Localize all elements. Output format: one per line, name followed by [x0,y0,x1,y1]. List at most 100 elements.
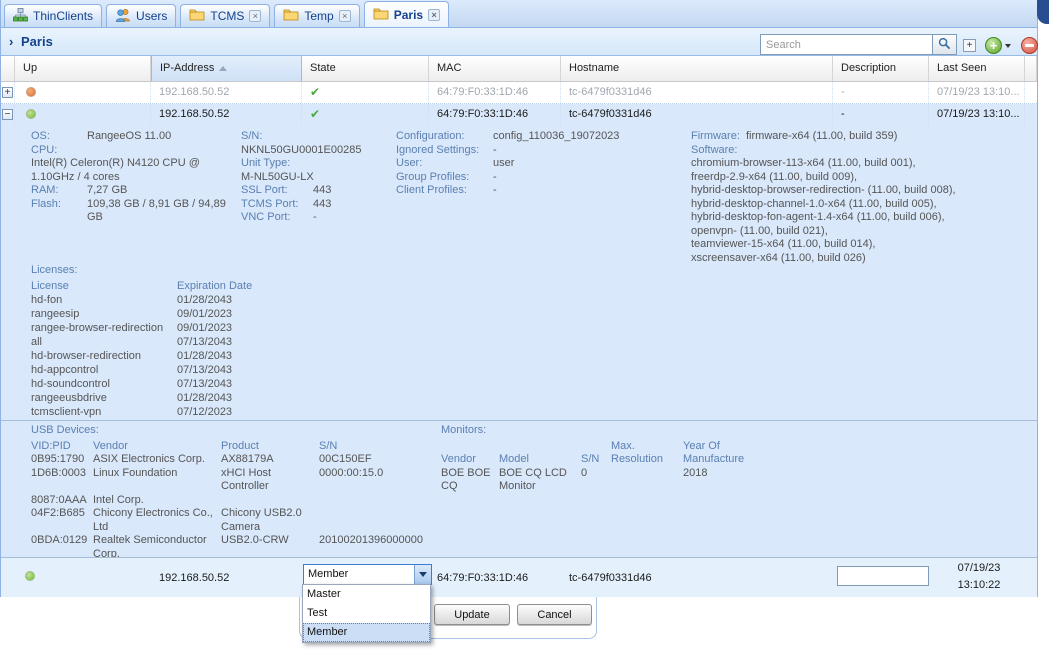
hostname-cell: tc-6479f0331d46 [561,104,833,126]
license-expiration: 09/01/2023 [177,321,301,335]
firmware-software-block: Firmware: firmware-x64 (11.00, build 359… [691,130,1037,265]
role-dropdown-list: Master Test Member [302,584,431,643]
search-icon [938,37,951,53]
license-name: rangeeusbdrive [31,391,177,405]
unit-type-label: Unit Type: [241,157,393,171]
column-header-up[interactable]: Up [15,56,151,81]
remove-button[interactable] [1021,37,1038,54]
group-profiles-value: - [493,171,688,185]
search-box [760,34,957,55]
configuration-block: Configuration: config_110036_19072023 Ig… [396,130,688,198]
ip-cell: 192.168.50.52 [151,82,302,103]
search-button[interactable] [932,35,956,54]
edit-hostname-value: tc-6479f0331d46 [569,572,652,584]
tab-temp[interactable]: Temp × [274,4,359,27]
description-input[interactable] [837,566,929,586]
tab-label: Paris [394,8,423,22]
usb-cell: Chicony Electronics Co., Ltd [93,507,221,534]
add-button[interactable]: + [985,37,1002,54]
usb-cell [319,494,446,508]
user-value: user [493,157,688,171]
expiration-column-header: Expiration Date [177,279,301,293]
status-dot-online [26,109,36,119]
monitor-cell: 0 [581,467,611,494]
monitors-block: Monitors: Vendor Model S/N Max. Resoluti… [441,424,791,494]
cancel-button[interactable]: Cancel [517,604,592,625]
sn-value: NKNL50GU0001E00285 [241,144,393,158]
firmware-label: Firmware: [691,130,746,144]
column-header-description[interactable]: Description [833,56,929,81]
usb-devices-title: USB Devices: [31,424,446,438]
folder-icon [373,7,389,23]
close-tab-icon[interactable]: × [249,10,261,22]
column-header-label: IP-Address [160,62,214,74]
status-dot-online [25,571,35,581]
dropdown-option-member[interactable]: Member [303,623,430,642]
license-expiration: 01/28/2043 [177,391,301,405]
last-seen-cell: 07/19/23 13:10... [929,82,1025,103]
dropdown-option-test[interactable]: Test [303,604,430,623]
column-header-state[interactable]: State [302,56,429,81]
close-tab-icon[interactable]: × [428,9,440,21]
license-expiration: 01/28/2043 [177,349,301,363]
collapse-icon[interactable]: − [2,109,13,120]
client-profiles-label: Client Profiles: [396,184,493,198]
description-cell: - [833,104,929,126]
tab-users[interactable]: Users [106,4,176,27]
table-row[interactable]: + 192.168.50.52 ✔ 64:79:F0:33:1D:46 tc-6… [1,82,1037,104]
expand-all-icon[interactable]: + [963,39,976,52]
search-input[interactable] [761,35,932,54]
software-item: freerdp-2.9-x64 (11.00, build 009), [691,171,1037,185]
ignored-settings-value: - [493,144,688,158]
hostname-cell: tc-6479f0331d46 [561,82,833,103]
identity-block: S/N: NKNL50GU0001E00285 Unit Type: M-NL5… [241,130,393,225]
page-title: Paris [21,34,53,49]
edit-last-seen-time: 13:10:22 [929,579,1029,591]
column-header-last-seen[interactable]: Last Seen [929,56,1025,81]
tab-label: Users [136,9,167,23]
usb-column-header: VID:PID [31,440,93,454]
update-button[interactable]: Update [434,604,510,625]
ssl-port-value: 443 [313,184,393,198]
software-item: openvpn- (11.00, build 021), [691,225,1037,239]
breadcrumb-arrow-icon: › [9,34,13,49]
license-expiration: 01/28/2043 [177,293,301,307]
vnc-port-value: - [313,211,393,225]
column-header-hostname[interactable]: Hostname [561,56,833,81]
add-menu-caret-icon[interactable] [1005,44,1011,48]
license-expiration: 09/01/2023 [177,307,301,321]
sort-ascending-icon [219,66,227,71]
column-header-mac[interactable]: MAC [429,56,561,81]
description-cell: - [833,82,929,103]
column-header-ip[interactable]: IP-Address [151,56,302,81]
dropdown-option-master[interactable]: Master [303,585,430,604]
network-tree-icon [13,8,28,25]
edit-ip-value: 192.168.50.52 [159,572,229,584]
role-select[interactable]: Member [303,564,432,585]
ram-label: RAM: [31,184,87,198]
system-info-block: OS: RangeeOS 11.00 CPU: Intel(R) Celeron… [31,130,239,225]
tab-paris[interactable]: Paris × [364,1,449,27]
usb-cell [319,507,446,534]
license-column-header: License [31,279,177,293]
state-ok-icon: ✔ [310,107,320,121]
device-details-panel: OS: RangeeOS 11.00 CPU: Intel(R) Celeron… [1,126,1037,557]
firmware-value: firmware-x64 (11.00, build 359) [746,130,1037,144]
tab-thinclients[interactable]: ThinClients [4,4,102,27]
tab-label: Temp [304,9,333,23]
ignored-settings-label: Ignored Settings: [396,144,493,158]
minus-icon [1025,44,1034,47]
usb-cell: 04F2:B685 [31,507,93,534]
license-name: hd-soundcontrol [31,377,177,391]
expand-icon[interactable]: + [2,87,13,98]
monitor-column-header: Vendor [441,453,499,467]
select-arrow-button[interactable] [414,565,431,584]
tab-tcms[interactable]: TCMS × [180,4,270,27]
last-seen-cell: 07/19/23 13:10... [929,104,1025,126]
column-header-spacer [1025,56,1037,81]
table-row-expanded[interactable]: − 192.168.50.52 ✔ 64:79:F0:33:1D:46 tc-6… [1,104,1037,126]
mac-cell: 64:79:F0:33:1D:46 [429,82,561,103]
ram-value: 7,27 GB [87,184,239,198]
license-expiration: 07/12/2023 [177,405,301,419]
close-tab-icon[interactable]: × [339,10,351,22]
